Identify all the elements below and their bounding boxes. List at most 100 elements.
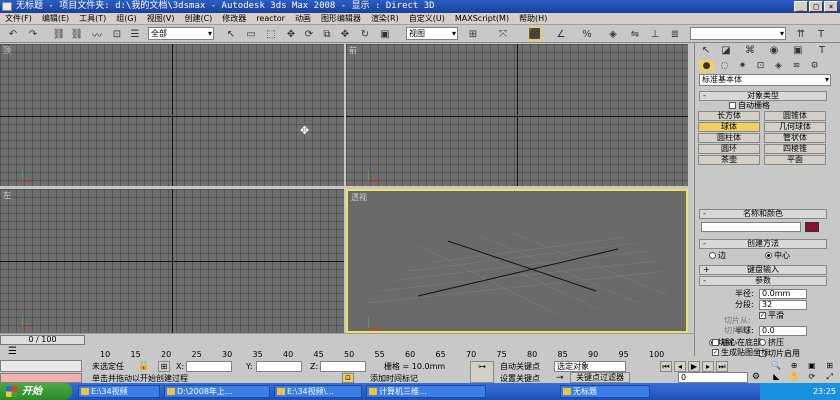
- object-type-button-5[interactable]: 管状体: [764, 133, 826, 143]
- zoom-extents-icon[interactable]: ▣: [804, 361, 821, 371]
- gen-uv-checkbox[interactable]: ✓ 生成贴图坐标: [712, 348, 769, 358]
- z-coordinate-input[interactable]: [320, 361, 366, 372]
- select-region-icon[interactable]: ▭: [244, 27, 258, 41]
- named-selection-dropdown[interactable]: [690, 27, 786, 40]
- menu-item-12[interactable]: MAXScript(M): [450, 13, 514, 24]
- radius-input[interactable]: 0.0mm: [759, 289, 807, 299]
- bind-space-warp-icon[interactable]: 〰: [90, 27, 104, 42]
- radio-squash[interactable]: 挤压: [759, 338, 784, 348]
- modify-tab-icon[interactable]: ◪: [717, 44, 735, 58]
- go-to-start-icon[interactable]: ⏮: [660, 361, 672, 372]
- object-type-button-3[interactable]: 几何球体: [764, 122, 826, 132]
- maxscript-mini-listener[interactable]: [0, 373, 82, 383]
- menu-item-10[interactable]: 渲染(R): [366, 13, 404, 24]
- next-frame-icon[interactable]: ▸: [702, 361, 714, 372]
- angle-snap-icon[interactable]: ∠: [554, 27, 568, 41]
- rollout-object-type[interactable]: - 对象类型: [699, 91, 827, 101]
- percent-snap-icon[interactable]: %: [580, 27, 594, 41]
- key-mode-icon[interactable]: ⊸: [556, 373, 564, 383]
- menu-item-11[interactable]: 自定义(U): [404, 13, 450, 24]
- close-button[interactable]: ×: [824, 1, 838, 12]
- object-category-dropdown[interactable]: 标准基本体: [699, 74, 831, 86]
- systems-icon[interactable]: ⚙: [807, 60, 822, 72]
- menu-item-8[interactable]: 动画: [290, 13, 316, 24]
- unlink-icon[interactable]: ⛓: [70, 27, 84, 41]
- time-tag-icon[interactable]: ⊡: [342, 373, 354, 383]
- menu-item-7[interactable]: reactor: [251, 13, 290, 24]
- curve-editor-icon[interactable]: ⇈: [794, 27, 808, 41]
- set-key-big-button[interactable]: ⊶: [470, 361, 494, 383]
- select-by-name-icon[interactable]: ☰: [128, 27, 142, 41]
- play-icon[interactable]: ▶: [688, 361, 700, 372]
- object-type-button-9[interactable]: 平面: [764, 155, 826, 165]
- viewport-label-left[interactable]: 左: [3, 190, 11, 201]
- maximize-viewport-icon[interactable]: ⤢: [821, 372, 838, 383]
- window-crossing-icon[interactable]: ⬚: [264, 27, 278, 41]
- menu-item-4[interactable]: 视图(V): [142, 13, 180, 24]
- taskbar-task[interactable]: D:\2008年上...: [164, 385, 270, 398]
- zoom-all-icon[interactable]: ⊕: [786, 361, 803, 371]
- lights-icon[interactable]: ✷: [735, 60, 750, 72]
- reference-coordinate-dropdown[interactable]: 视图: [406, 27, 458, 40]
- track-bar-menu-icon[interactable]: ☰: [8, 346, 17, 357]
- absolute-mode-button[interactable]: ⊞: [158, 361, 170, 372]
- hemisphere-input[interactable]: 0.0: [759, 326, 807, 336]
- minimize-button[interactable]: _: [794, 1, 808, 12]
- object-name-input[interactable]: [701, 222, 801, 232]
- object-type-button-7[interactable]: 四棱锥: [764, 144, 826, 154]
- base-to-pivot-checkbox[interactable]: 轴心在底部: [712, 338, 761, 348]
- rollout-name-color[interactable]: - 名称和颜色: [699, 209, 827, 219]
- mirror-icon[interactable]: ⇋: [628, 27, 642, 41]
- current-frame-input[interactable]: 0: [678, 372, 748, 383]
- pan-icon[interactable]: ✋: [786, 372, 803, 383]
- menu-item-2[interactable]: 工具(T): [74, 13, 111, 24]
- rollout-keyboard-entry[interactable]: + 键盘输入: [699, 265, 827, 275]
- maximize-button[interactable]: □: [809, 1, 823, 12]
- autogrid-checkbox[interactable]: 自动栅格: [729, 101, 770, 111]
- previous-frame-icon[interactable]: ◂: [674, 361, 686, 372]
- select-object-icon[interactable]: ⊡: [110, 27, 124, 41]
- object-type-button-0[interactable]: 长方体: [698, 111, 760, 121]
- start-button[interactable]: 开始: [0, 383, 72, 400]
- viewport-front[interactable]: 前: [346, 44, 688, 186]
- lock-selection-icon[interactable]: 🔒: [138, 361, 149, 371]
- motion-tab-icon[interactable]: ◉: [765, 44, 783, 58]
- viewport-top[interactable]: 顶 ✥: [0, 44, 344, 186]
- taskbar-task[interactable]: E:\34视频: [78, 385, 160, 398]
- object-type-button-8[interactable]: 茶壶: [698, 155, 760, 165]
- maxscript-listener[interactable]: [0, 360, 82, 372]
- select-and-manipulate-icon[interactable]: ⤧: [496, 27, 510, 41]
- select-manipulate-icon[interactable]: ✥: [338, 27, 352, 41]
- geometry-icon[interactable]: ●: [699, 60, 714, 72]
- menu-item-6[interactable]: 修改器: [217, 13, 251, 24]
- material-editor-icon[interactable]: T: [814, 27, 828, 41]
- link-icon[interactable]: ⛓: [52, 27, 66, 41]
- display-tab-icon[interactable]: ▣: [789, 44, 807, 58]
- object-type-button-4[interactable]: 圆柱体: [698, 133, 760, 143]
- menu-item-1[interactable]: 编辑(E): [37, 13, 74, 24]
- shapes-icon[interactable]: ◌: [717, 60, 732, 72]
- snaps-toggle-icon[interactable]: ⬛: [528, 27, 542, 41]
- select-move-icon[interactable]: ✥: [284, 27, 298, 41]
- orbit-icon[interactable]: ⟳: [804, 372, 821, 383]
- menu-item-9[interactable]: 图形编辑器: [316, 13, 366, 24]
- object-color-swatch[interactable]: [805, 222, 819, 232]
- time-slider-track[interactable]: 0 / 100: [0, 333, 694, 345]
- select-scale-icon[interactable]: ⧉: [320, 27, 334, 41]
- object-type-button-2[interactable]: 球体: [698, 122, 760, 132]
- hierarchy-tab-icon[interactable]: ⌘: [741, 44, 759, 58]
- y-coordinate-input[interactable]: [256, 361, 302, 372]
- go-to-end-icon[interactable]: ⏭: [716, 361, 728, 372]
- time-slider-thumb[interactable]: 0 / 100: [0, 335, 85, 345]
- taskbar-task[interactable]: 无标题: [560, 385, 650, 398]
- segments-input[interactable]: 32: [759, 300, 807, 310]
- time-config-icon[interactable]: ⚙: [752, 372, 760, 382]
- redo-icon[interactable]: ↷: [26, 27, 40, 41]
- smooth-checkbox[interactable]: ✓ 平滑: [759, 311, 784, 321]
- select-cursor-icon[interactable]: ↖: [224, 27, 238, 41]
- utilities-tab-icon[interactable]: T: [813, 44, 831, 58]
- spinner-snap-icon[interactable]: ◈: [606, 27, 620, 41]
- rotate-icon[interactable]: ↻: [358, 27, 372, 41]
- viewport-left[interactable]: 左: [0, 189, 344, 333]
- pivot-center-icon[interactable]: ⊞: [466, 27, 480, 41]
